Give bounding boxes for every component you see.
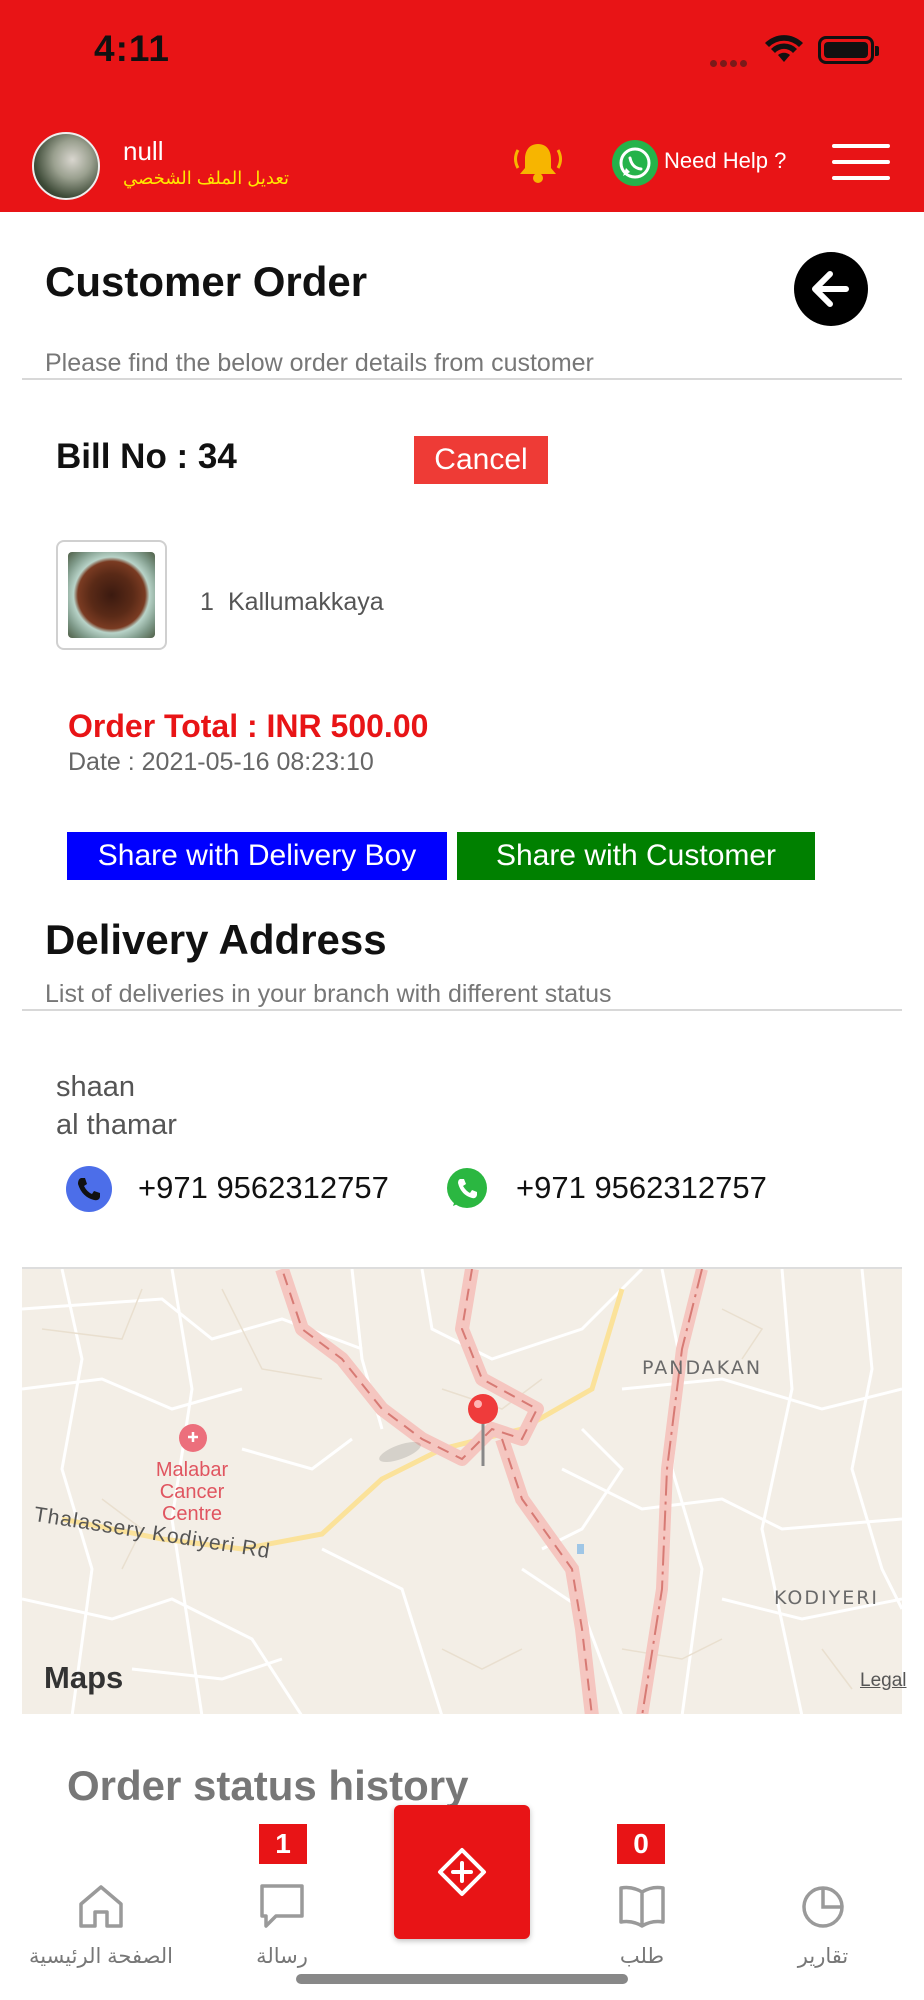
customer-order-title: Customer Order bbox=[45, 258, 368, 305]
map-label-kodiyeri: KODIYERI bbox=[774, 1587, 880, 1609]
whatsapp-icon[interactable] bbox=[444, 1166, 490, 1212]
battery-icon bbox=[818, 36, 879, 64]
order-total: Order Total : INR 500.00 bbox=[68, 708, 429, 744]
diamond-icon bbox=[438, 1848, 486, 1896]
item-quantity: 1 bbox=[200, 588, 214, 616]
tab-home-label: الصفحة الرئيسية bbox=[28, 1945, 174, 1968]
customer-name: shaan bbox=[56, 1071, 136, 1103]
pie-chart-icon bbox=[802, 1886, 844, 1928]
book-icon bbox=[619, 1885, 665, 1928]
home-indicator[interactable] bbox=[296, 1974, 628, 1984]
messages-badge: 1 bbox=[259, 1824, 307, 1864]
home-icon bbox=[79, 1885, 123, 1928]
bell-icon[interactable] bbox=[510, 138, 566, 186]
maps-logo: Maps bbox=[44, 1660, 124, 1695]
delivery-map[interactable]: PANDAKAN KODIYERI Malabar Cancer Centre bbox=[22, 1267, 902, 1714]
arrow-left-icon bbox=[812, 271, 849, 307]
wifi-icon bbox=[765, 35, 803, 62]
order-date: Date : 2021-05-16 08:23:10 bbox=[68, 748, 374, 776]
need-help-link[interactable]: Need Help ? bbox=[664, 148, 786, 174]
share-with-customer-button[interactable]: Share with Customer bbox=[457, 832, 815, 880]
chat-icon bbox=[260, 1884, 304, 1928]
tab-reports[interactable]: تقارير bbox=[738, 1880, 908, 1969]
avatar[interactable] bbox=[32, 132, 100, 200]
share-with-delivery-boy-button[interactable]: Share with Delivery Boy bbox=[67, 832, 447, 880]
map-label-pandakan: PANDAKAN bbox=[642, 1357, 763, 1379]
center-action-button[interactable] bbox=[394, 1805, 530, 1939]
delivery-address-title: Delivery Address bbox=[45, 916, 387, 963]
divider bbox=[22, 1009, 902, 1011]
delivery-address-subtitle: List of deliveries in your branch with d… bbox=[45, 980, 612, 1008]
tab-orders[interactable]: طلب bbox=[557, 1880, 727, 1969]
order-status-history-title: Order status history bbox=[67, 1762, 469, 1809]
status-time: 4:11 bbox=[94, 28, 171, 69]
app-header: 4:11 null تعديل الملف الشخصي Need Help ? bbox=[0, 0, 924, 212]
orders-badge: 0 bbox=[617, 1824, 665, 1864]
divider bbox=[22, 378, 902, 380]
whatsapp-icon[interactable] bbox=[610, 138, 660, 188]
tab-messages-label: رسالة bbox=[256, 1945, 308, 1968]
map-poi-label: Malabar Cancer Centre bbox=[155, 1459, 229, 1525]
tab-reports-label: تقارير bbox=[797, 1945, 849, 1968]
edit-profile-link[interactable]: تعديل الملف الشخصي bbox=[123, 168, 289, 189]
tab-messages[interactable]: رسالة bbox=[197, 1880, 367, 1969]
customer-address: al thamar bbox=[56, 1109, 177, 1141]
tab-home[interactable]: الصفحة الرئيسية bbox=[16, 1880, 186, 1969]
phone-icon[interactable] bbox=[66, 1166, 112, 1212]
item-image bbox=[56, 540, 167, 650]
legal-link[interactable]: Legal bbox=[860, 1670, 907, 1692]
cancel-button[interactable]: Cancel bbox=[414, 436, 548, 484]
back-button[interactable] bbox=[794, 252, 868, 326]
phone-number[interactable]: +971 9562312757 bbox=[138, 1170, 389, 1206]
cellular-signal-icon bbox=[710, 54, 750, 72]
profile-name: null bbox=[123, 136, 164, 166]
customer-order-subtitle: Please find the below order details from… bbox=[45, 349, 594, 377]
bill-number: Bill No : 34 bbox=[56, 437, 237, 476]
whatsapp-number[interactable]: +971 9562312757 bbox=[516, 1170, 767, 1206]
tab-orders-label: طلب bbox=[619, 1945, 665, 1968]
item-name: Kallumakkaya bbox=[228, 588, 384, 616]
hamburger-menu-icon[interactable] bbox=[832, 142, 890, 182]
